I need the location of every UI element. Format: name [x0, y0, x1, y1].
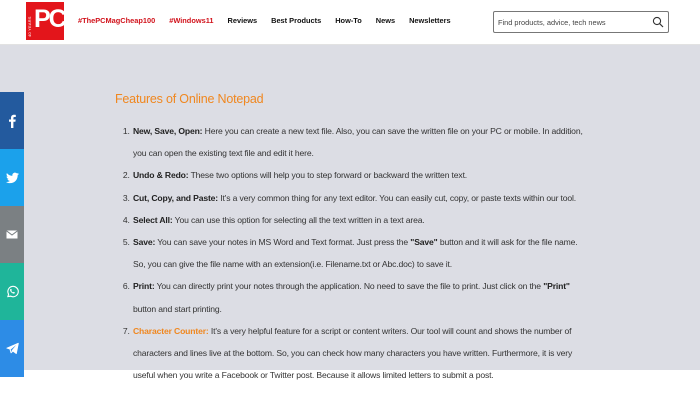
feature-title: Character Counter: — [133, 325, 209, 336]
share-twitter-button[interactable] — [0, 149, 24, 206]
whatsapp-icon — [6, 285, 19, 298]
share-telegram-button[interactable] — [0, 320, 24, 377]
feature-text: You can directly print your notes throug… — [154, 281, 544, 292]
feature-text: button and start printing. — [133, 303, 222, 314]
feature-title: Cut, Copy, and Paste: — [133, 192, 219, 203]
list-item: Cut, Copy, and Paste: It's a very common… — [132, 187, 585, 209]
nav-link-newsletters[interactable]: Newsletters — [409, 16, 451, 25]
features-list: New, Save, Open: Here you can create a n… — [115, 120, 585, 386]
feature-title: Save: — [133, 237, 156, 248]
list-item: Print: You can directly print your notes… — [132, 275, 585, 319]
pcmag-logo[interactable]: 40 YEARS PC — [26, 2, 64, 40]
site-header: 40 YEARS PC #ThePCMagCheap100 #Windows11… — [0, 0, 700, 45]
features-heading: Features of Online Notepad — [115, 92, 264, 106]
feature-title: New, Save, Open: — [133, 126, 203, 136]
feature-text: These two options will help you to step … — [188, 170, 468, 181]
nav-link-cheap100[interactable]: #ThePCMagCheap100 — [78, 16, 155, 25]
feature-title: Undo & Redo: — [133, 170, 189, 181]
search-icon[interactable] — [652, 16, 664, 28]
feature-title: Print: — [133, 281, 155, 292]
list-item: Select All: You can use this option for … — [132, 209, 585, 231]
facebook-icon — [9, 114, 16, 128]
nav-link-best-products[interactable]: Best Products — [271, 16, 321, 25]
nav-link-windows11[interactable]: #Windows11 — [169, 16, 213, 25]
feature-text: It's a very common thing for any text ed… — [218, 192, 577, 203]
logo-brand: PC — [34, 5, 64, 33]
logo-years-text: 40 YEARS — [27, 16, 32, 37]
list-item: Save: You can save your notes in MS Word… — [132, 231, 585, 275]
nav-link-reviews[interactable]: Reviews — [228, 16, 258, 25]
nav-link-news[interactable]: News — [376, 16, 395, 25]
share-sidebar — [0, 92, 24, 377]
list-item: New, Save, Open: Here you can create a n… — [132, 120, 585, 164]
twitter-icon — [5, 172, 19, 183]
feature-title: Select All: — [133, 214, 173, 225]
list-item: Character Counter: It's a very helpful f… — [132, 320, 585, 387]
search-box[interactable] — [493, 11, 669, 33]
feature-text: You can save your notes in MS Word and T… — [155, 237, 411, 248]
share-whatsapp-button[interactable] — [0, 263, 24, 320]
share-facebook-button[interactable] — [0, 92, 24, 149]
share-email-button[interactable] — [0, 206, 24, 263]
email-icon — [6, 230, 18, 239]
feature-quoted: "Save" — [410, 237, 438, 248]
search-input[interactable] — [498, 15, 648, 29]
feature-text: You can use this option for selecting al… — [172, 214, 425, 225]
main-nav: #ThePCMagCheap100 #Windows11 Reviews Bes… — [78, 16, 465, 25]
nav-link-how-to[interactable]: How-To — [335, 16, 362, 25]
telegram-icon — [5, 342, 19, 355]
feature-quoted: "Print" — [543, 281, 570, 292]
article-content: Features of Online Notepad New, Save, Op… — [115, 92, 585, 386]
list-item: Undo & Redo: These two options will help… — [132, 164, 585, 186]
